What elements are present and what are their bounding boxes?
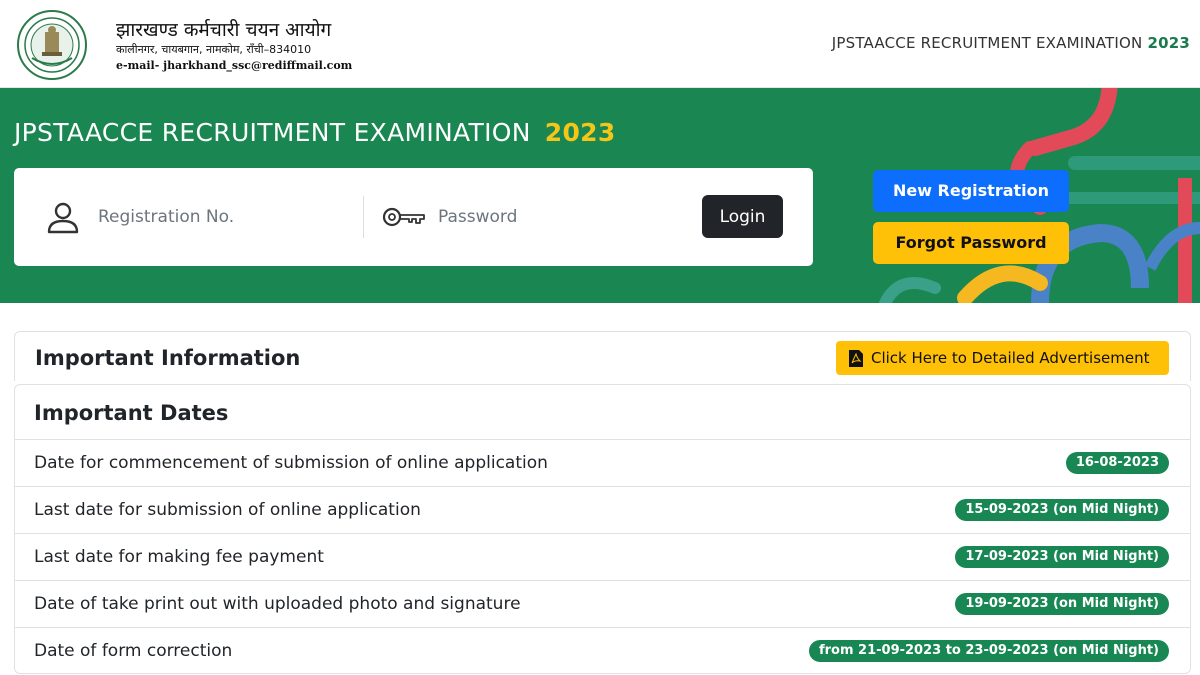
- important-information-card: Important Information Click Here to Deta…: [14, 331, 1191, 381]
- forgot-password-button[interactable]: Forgot Password: [873, 222, 1069, 264]
- important-information-title: Important Information: [35, 346, 301, 370]
- login-button[interactable]: Login: [702, 195, 783, 238]
- date-row: Date of form correction from 21-09-2023 …: [15, 628, 1190, 675]
- organization-email: e-mail- jharkhand_ssc@rediffmail.com: [116, 59, 353, 72]
- date-badge: 16-08-2023: [1065, 452, 1169, 474]
- date-badge: 17-09-2023 (on Mid Night): [955, 546, 1169, 568]
- organization-address: कालीनगर, चायबगान, नामकोम, राँची–834010: [116, 43, 312, 56]
- date-row: Last date for making fee payment 17-09-2…: [15, 534, 1190, 581]
- date-badge: from 21-09-2023 to 23-09-2023 (on Mid Ni…: [808, 640, 1169, 662]
- hero-banner: JPSTAACCE RECRUITMENT EXAMINATION 2023 Lo…: [0, 88, 1200, 303]
- header-exam-year: 2023: [1147, 34, 1190, 52]
- top-header: झारखण्ड कर्मचारी चयन आयोग कालीनगर, चायबग…: [0, 0, 1200, 88]
- detailed-advertisement-button[interactable]: Click Here to Detailed Advertisement: [836, 341, 1169, 375]
- detailed-advertisement-label: Click Here to Detailed Advertisement: [871, 349, 1150, 367]
- organization-name: झारखण्ड कर्मचारी चयन आयोग: [116, 19, 332, 41]
- date-row-label: Date of take print out with uploaded pho…: [34, 594, 521, 614]
- new-registration-button[interactable]: New Registration: [873, 170, 1069, 212]
- password-input[interactable]: [438, 202, 688, 232]
- user-icon: [47, 202, 79, 234]
- date-row: Date for commencement of submission of o…: [15, 440, 1190, 487]
- important-dates-card: Important Dates Date for commencement of…: [14, 384, 1191, 674]
- header-exam-title: JPSTAACCE RECRUITMENT EXAMINATION 2023: [832, 34, 1190, 52]
- date-row-label: Last date for submission of online appli…: [34, 500, 421, 520]
- banner-exam-year: 2023: [544, 118, 616, 147]
- important-dates-title: Important Dates: [34, 401, 229, 425]
- organization-info: झारखण्ड कर्मचारी चयन आयोग कालीनगर, चायबग…: [116, 18, 352, 74]
- banner-title: JPSTAACCE RECRUITMENT EXAMINATION 2023: [14, 118, 616, 147]
- date-badge: 19-09-2023 (on Mid Night): [955, 593, 1169, 615]
- date-row-label: Last date for making fee payment: [34, 547, 324, 567]
- field-divider: [363, 196, 364, 238]
- date-row-label: Date for commencement of submission of o…: [34, 453, 548, 473]
- banner-exam-name: JPSTAACCE RECRUITMENT EXAMINATION: [14, 118, 531, 147]
- header-exam-name: JPSTAACCE RECRUITMENT EXAMINATION: [831, 34, 1143, 52]
- date-row: Last date for submission of online appli…: [15, 487, 1190, 534]
- important-dates-header: Important Dates: [15, 385, 1190, 440]
- date-row: Date of take print out with uploaded pho…: [15, 581, 1190, 628]
- key-icon: [382, 207, 425, 227]
- date-badge: 15-09-2023 (on Mid Night): [955, 499, 1169, 521]
- pdf-icon: [849, 350, 863, 367]
- jharkhand-emblem-logo: [17, 10, 87, 80]
- registration-number-input[interactable]: [98, 202, 348, 232]
- login-form: Login: [14, 168, 813, 266]
- date-row-label: Date of form correction: [34, 641, 233, 661]
